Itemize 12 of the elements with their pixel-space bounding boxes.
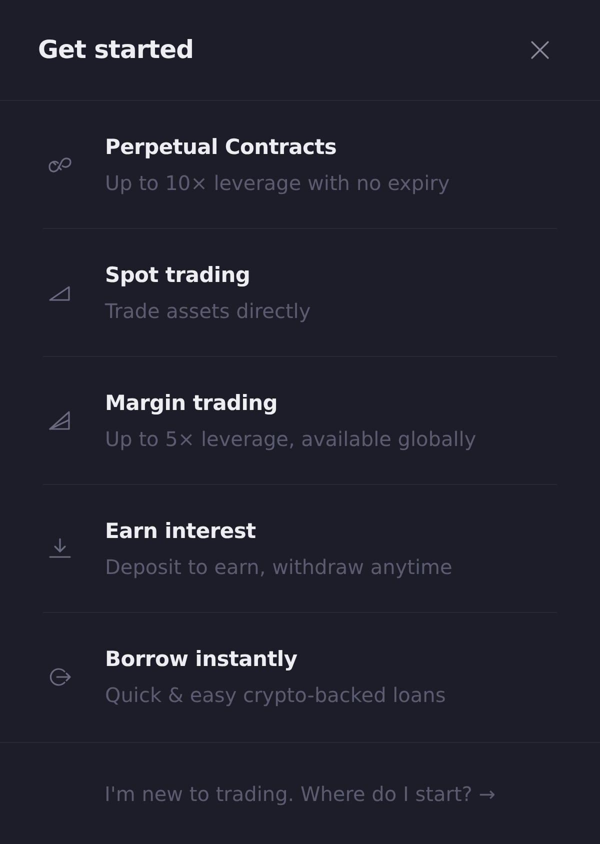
option-title[interactable]: Perpetual Contracts	[105, 132, 450, 162]
option-title[interactable]: Borrow instantly	[105, 644, 446, 674]
option-description: Trade assets directly	[105, 298, 311, 324]
option-description: Up to 5× leverage, available globally	[105, 426, 476, 452]
option-description: Deposit to earn, withdraw anytime	[105, 554, 452, 580]
option-title[interactable]: Earn interest	[105, 516, 452, 546]
option-title[interactable]: Spot trading	[105, 260, 311, 290]
close-icon	[530, 40, 550, 60]
option-description: Up to 10× leverage with no expiry	[105, 170, 450, 196]
option-description: Quick & easy crypto-backed loans	[105, 682, 446, 709]
option-title[interactable]: Margin trading	[105, 388, 476, 418]
modal-title: Get started	[38, 34, 194, 66]
